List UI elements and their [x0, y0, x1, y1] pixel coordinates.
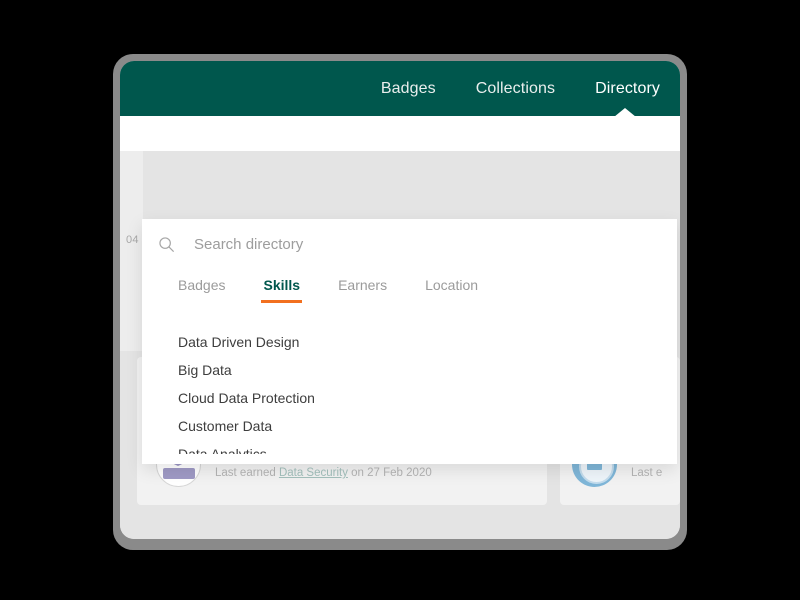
search-results-list[interactable]: Data Driven Design Big Data Cloud Data P…	[142, 320, 677, 454]
results-top-spacer	[142, 320, 677, 328]
left-rail: 04	[120, 151, 143, 351]
app-window: Badges Collections Directory 04 Last ear…	[120, 61, 680, 539]
sub-header-bar	[120, 116, 680, 151]
last-earned-prefix: Last earned	[215, 467, 279, 479]
search-input[interactable]	[194, 235, 614, 253]
search-icon	[158, 236, 175, 253]
search-result-item[interactable]: Data Analytics	[142, 440, 677, 454]
search-result-item[interactable]: Cloud Data Protection	[142, 384, 677, 412]
directory-search-overlay: Badges Skills Earners Location Data Driv…	[142, 219, 677, 464]
search-result-item[interactable]: Big Data	[142, 356, 677, 384]
page-body: 04 Creating Metadata Customer Data Data …	[120, 151, 680, 539]
nav-item-collections[interactable]: Collections	[456, 61, 575, 116]
screenshot-stage: Badges Collections Directory 04 Last ear…	[0, 0, 800, 600]
last-earned-badge-link[interactable]: Data Security	[279, 467, 348, 479]
last-earned-label: Last earned Data Security on 27 Feb 2020	[215, 467, 432, 479]
search-filter-tabs: Badges Skills Earners Location	[178, 269, 516, 305]
rail-number-label: 04	[126, 234, 139, 246]
filter-tab-skills[interactable]: Skills	[261, 269, 302, 305]
last-earned-label: Last e	[631, 467, 663, 479]
search-result-item[interactable]: Data Driven Design	[142, 328, 677, 356]
nav-item-badges[interactable]: Badges	[361, 61, 456, 116]
filter-tab-earners[interactable]: Earners	[338, 269, 387, 305]
last-earned-suffix: on 27 Feb 2020	[347, 467, 432, 479]
search-result-item[interactable]: Customer Data	[142, 412, 677, 440]
search-bar	[142, 219, 677, 269]
top-navigation-bar: Badges Collections Directory	[120, 61, 680, 117]
filter-tab-badges[interactable]: Badges	[178, 269, 225, 305]
filter-tab-location[interactable]: Location	[425, 269, 478, 305]
